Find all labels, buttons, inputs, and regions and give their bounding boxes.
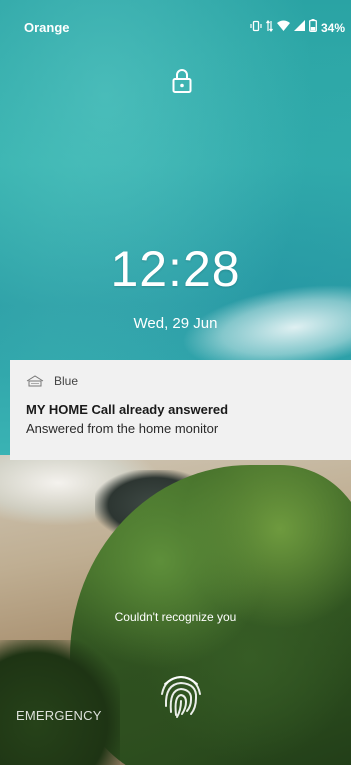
notification-card[interactable]: Blue MY HOME Call already answered Answe… <box>10 360 351 460</box>
emergency-button[interactable]: EMERGENCY <box>16 708 102 723</box>
carrier-name: Orange <box>24 20 70 35</box>
status-bar: Orange 34% <box>0 0 351 35</box>
lock-icon <box>171 68 193 94</box>
signal-icon <box>293 20 305 35</box>
clock-date: Wed, 29 Jun <box>133 315 218 332</box>
battery-icon <box>309 19 317 36</box>
fingerprint-icon[interactable] <box>157 668 205 720</box>
vibrate-icon <box>250 20 262 36</box>
data-arrows-icon <box>265 19 273 36</box>
status-icons: 34% <box>250 19 345 36</box>
notification-app-name: Blue <box>54 374 79 388</box>
battery-percent: 34% <box>320 20 345 35</box>
home-app-icon <box>26 375 44 387</box>
face-unlock-message: Couldn't recognize you <box>114 610 237 624</box>
wifi-icon <box>276 20 290 35</box>
wallpaper-forest-left <box>0 640 120 765</box>
notification-title: MY HOME Call already answered <box>26 402 229 417</box>
lock-screen: Orange 34% 12:28 Wed, 29 Jun Blue MY HOM… <box>0 0 351 765</box>
notification-header: Blue <box>26 374 335 388</box>
clock-time: 12:28 <box>110 241 241 297</box>
notification-body: Answered from the home monitor <box>26 421 219 436</box>
